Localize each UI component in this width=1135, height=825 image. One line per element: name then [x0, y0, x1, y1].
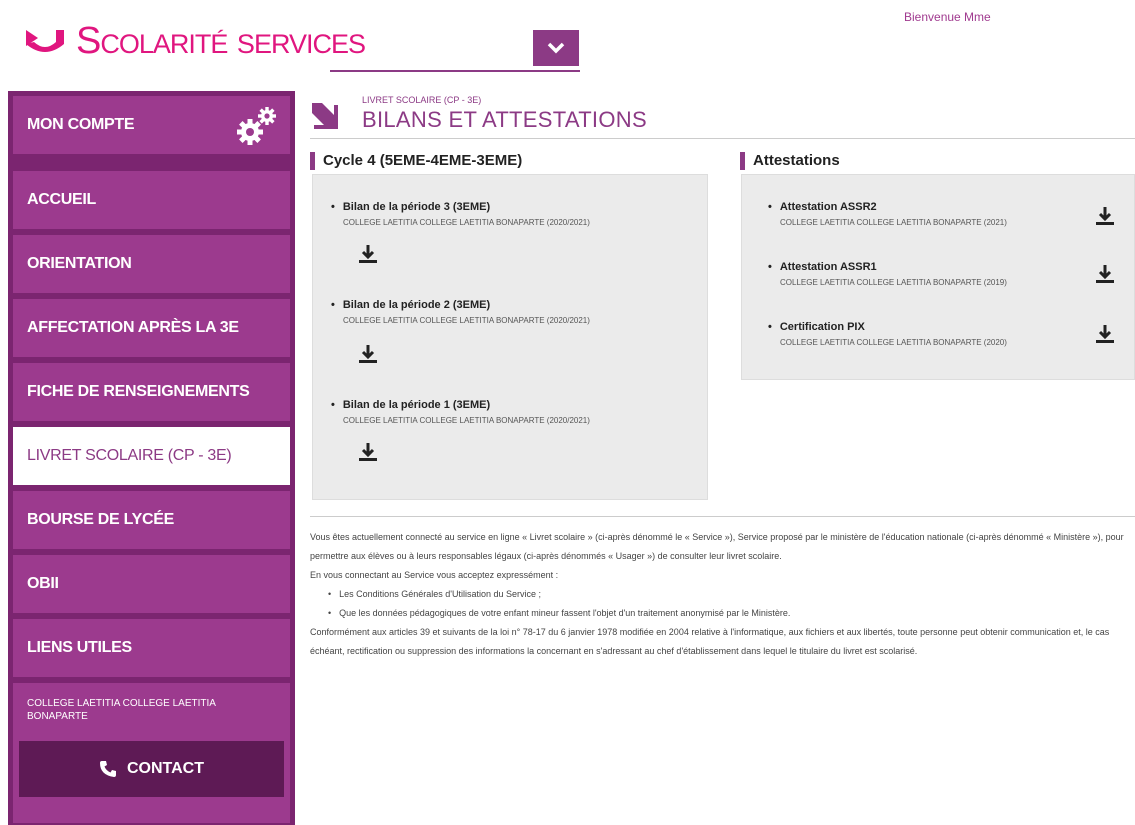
- list-item: Certification PIX COLLEGE LAETITIA COLLE…: [768, 321, 1007, 347]
- sidebar-item-label: ORIENTATION: [27, 255, 132, 272]
- college-box: COLLEGE LAETITIA COLLEGE LAETITIA BONAPA…: [13, 683, 290, 823]
- welcome-text: Bienvenue Mme: [904, 10, 991, 24]
- entry-title: Bilan de la période 2 (3EME): [331, 299, 590, 311]
- legal-paragraph: Vous êtes actuellement connecté au servi…: [310, 532, 1124, 561]
- phone-icon: [99, 761, 116, 777]
- entry-subtitle: COLLEGE LAETITIA COLLEGE LAETITIA BONAPA…: [780, 218, 1007, 227]
- entry-title: Attestation ASSR1: [768, 261, 1007, 273]
- entry-subtitle: COLLEGE LAETITIA COLLEGE LAETITIA BONAPA…: [780, 278, 1007, 287]
- download-icon[interactable]: [1094, 263, 1116, 285]
- list-item: Attestation ASSR2 COLLEGE LAETITIA COLLE…: [768, 201, 1007, 227]
- sidebar-item-label: FICHE DE RENSEIGNEMENTS: [27, 383, 250, 400]
- logo[interactable]: Scolarité services: [22, 20, 366, 62]
- entry-title: Attestation ASSR2: [768, 201, 1007, 213]
- list-item: Attestation ASSR1 COLLEGE LAETITIA COLLE…: [768, 261, 1007, 287]
- list-item: Bilan de la période 1 (3EME) COLLEGE LAE…: [331, 399, 590, 425]
- legal-list-item: Que les données pédagogiques de votre en…: [328, 604, 1132, 623]
- download-icon[interactable]: [357, 441, 379, 463]
- sidebar-item-mon-compte[interactable]: MON COMPTE: [13, 96, 290, 154]
- legal-paragraph: En vous connectant au Service vous accep…: [310, 570, 559, 580]
- cycle-panel: Bilan de la période 3 (3EME) COLLEGE LAE…: [312, 174, 708, 500]
- cycle-section-title: Cycle 4 (5EME-4EME-3EME): [310, 152, 522, 170]
- download-icon[interactable]: [357, 343, 379, 365]
- page-title: BILANS ET ATTESTATIONS: [362, 107, 647, 132]
- sidebar-item-label: LIVRET SCOLAIRE (CP - 3e): [27, 447, 232, 464]
- entry-subtitle: COLLEGE LAETITIA COLLEGE LAETITIA BONAPA…: [343, 416, 590, 425]
- sidebar-item-liens-utiles[interactable]: LIENS UTILES: [13, 619, 290, 677]
- chevron-down-icon: [547, 42, 565, 54]
- logo-mark-icon: [26, 30, 64, 52]
- contact-label: CONTACT: [126, 760, 205, 777]
- college-name: COLLEGE LAETITIA COLLEGE LAETITIA BONAPA…: [27, 698, 216, 722]
- sidebar-item-label: LIENS UTILES: [27, 639, 132, 656]
- download-icon[interactable]: [357, 243, 379, 265]
- legal-cgu-link[interactable]: Les Conditions Générales d'Utilisation d…: [328, 585, 1132, 604]
- arrow-down-right-icon: [312, 103, 338, 129]
- list-item: Bilan de la période 3 (3EME) COLLEGE LAE…: [331, 201, 590, 227]
- sidebar-item-label: OBII: [27, 575, 59, 592]
- download-icon[interactable]: [1094, 323, 1116, 345]
- footer-divider: [310, 516, 1135, 517]
- entry-subtitle: COLLEGE LAETITIA COLLEGE LAETITIA BONAPA…: [343, 316, 590, 325]
- entry-subtitle: COLLEGE LAETITIA COLLEGE LAETITIA BONAPA…: [343, 218, 590, 227]
- sidebar-item-fiche-renseignements[interactable]: FICHE DE RENSEIGNEMENTS: [13, 363, 290, 421]
- entry-title: Certification PIX: [768, 321, 1007, 333]
- sidebar-item-bourse-lycee[interactable]: BOURSE DE LYCÉE: [13, 491, 290, 549]
- sidebar-item-orientation[interactable]: ORIENTATION: [13, 235, 290, 293]
- sidebar-item-obii[interactable]: OBII: [13, 555, 290, 613]
- contact-button[interactable]: CONTACT: [19, 741, 284, 797]
- sidebar-item-livret-scolaire[interactable]: LIVRET SCOLAIRE (CP - 3e): [13, 427, 290, 485]
- sidebar-item-label: AFFECTATION APRÈS LA 3e: [27, 319, 239, 336]
- entry-title: Bilan de la période 3 (3EME): [331, 201, 590, 213]
- legal-paragraph: Conformément aux articles 39 et suivants…: [310, 627, 1110, 656]
- sidebar-item-accueil[interactable]: ACCUEIL: [13, 171, 290, 229]
- legal-notice: Vous êtes actuellement connecté au servi…: [310, 528, 1132, 661]
- gears-icon: [237, 107, 276, 145]
- sidebar-item-label: MON COMPTE: [27, 116, 135, 133]
- sidebar-item-label: BOURSE DE LYCÉE: [27, 511, 174, 528]
- sidebar: MON COMPTE ACCUEIL ORIENTATION AFFECTATI…: [8, 91, 295, 825]
- school-select-button[interactable]: [533, 30, 579, 66]
- attestations-section-title: Attestations: [740, 152, 840, 170]
- entry-title: Bilan de la période 1 (3EME): [331, 399, 590, 411]
- logo-text: Scolarité services: [76, 20, 366, 62]
- sidebar-item-affectation[interactable]: AFFECTATION APRÈS LA 3e: [13, 299, 290, 357]
- breadcrumb: LIVRET SCOLAIRE (CP - 3e): [362, 95, 482, 105]
- header-divider: [310, 138, 1135, 139]
- entry-subtitle: COLLEGE LAETITIA COLLEGE LAETITIA BONAPA…: [780, 338, 1007, 347]
- sidebar-item-label: ACCUEIL: [27, 191, 97, 208]
- legal-list: Les Conditions Générales d'Utilisation d…: [328, 585, 1132, 623]
- list-item: Bilan de la période 2 (3EME) COLLEGE LAE…: [331, 299, 590, 325]
- download-icon[interactable]: [1094, 205, 1116, 227]
- attestations-panel: Attestation ASSR2 COLLEGE LAETITIA COLLE…: [741, 174, 1135, 380]
